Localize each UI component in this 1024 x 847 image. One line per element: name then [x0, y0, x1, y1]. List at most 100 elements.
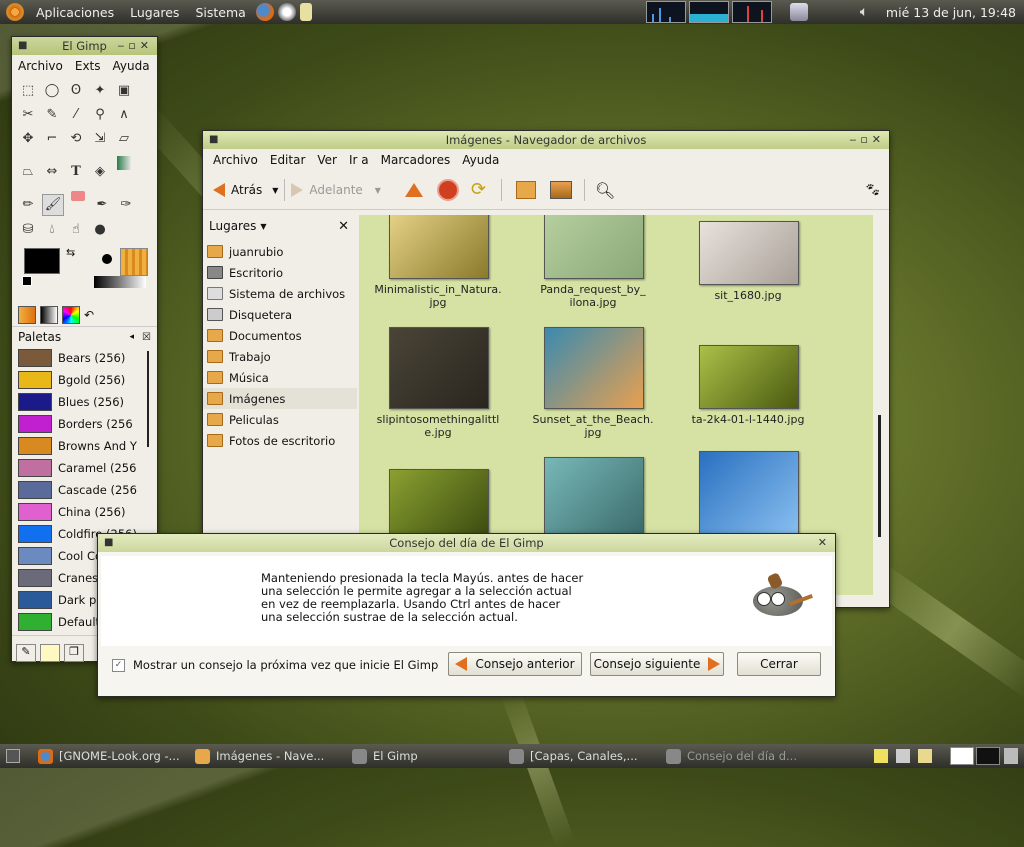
file-name[interactable]: Minimalistic_in_Natura. jpg [363, 283, 513, 309]
menu-ayuda[interactable]: Ayuda [107, 59, 156, 73]
move-tool-icon[interactable]: ✥ [18, 129, 38, 149]
taskbar-item[interactable]: [GNOME-Look.org -... [32, 745, 189, 767]
sidebar-item[interactable]: Sistema de archivos [203, 283, 357, 304]
close-button[interactable]: Cerrar [737, 652, 821, 676]
titlebar[interactable]: ■ Imágenes - Navegador de archivos ‒▫✕ [203, 131, 889, 149]
window-menu-icon[interactable]: ■ [18, 37, 27, 55]
window-controls[interactable]: ‒▫✕ [849, 131, 885, 149]
blend-tool-icon[interactable] [117, 156, 131, 170]
forward-button[interactable]: Adelante [291, 183, 363, 197]
new-palette-icon[interactable] [40, 644, 60, 662]
vertical-scrollbar[interactable] [873, 215, 887, 595]
rotate-tool-icon[interactable]: ⟲ [66, 129, 86, 149]
window-menu-icon[interactable]: ■ [209, 131, 218, 149]
palette-item[interactable]: Browns And Y [12, 435, 157, 457]
menu-aplicaciones[interactable]: Aplicaciones [28, 5, 122, 20]
file-name[interactable]: slipintosomethingalittl e.jpg [363, 413, 513, 439]
file-name[interactable]: ta-2k4-01-l-1440.jpg [673, 413, 823, 426]
file-thumbnail[interactable] [699, 345, 799, 409]
scissors-tool-icon[interactable]: ✂ [18, 105, 38, 125]
help-icon[interactable] [277, 3, 296, 21]
menu-archivo[interactable]: Archivo [12, 59, 69, 73]
palette-item[interactable]: China (256) [12, 501, 157, 523]
measure-tool-icon[interactable]: ∧ [114, 105, 134, 125]
perspective-tool-icon[interactable]: ⏢ [18, 162, 38, 182]
stop-icon[interactable] [436, 179, 459, 201]
pencil-tool-icon[interactable]: ✏ [18, 195, 38, 215]
network-icon[interactable] [789, 3, 808, 21]
menu-ver[interactable]: Ver [311, 153, 343, 167]
menu-archivo[interactable]: Archivo [207, 153, 264, 167]
dock-close-icon[interactable]: ☒ [142, 332, 151, 343]
palette-scrollbar[interactable] [147, 351, 149, 447]
reload-icon[interactable]: ⟳ [471, 181, 489, 199]
file-thumbnail[interactable] [389, 327, 489, 409]
crop-tool-icon[interactable]: ⌐ [42, 129, 62, 149]
menu-editar[interactable]: Editar [264, 153, 312, 167]
menu-lugares[interactable]: Lugares [122, 5, 187, 20]
close-icon[interactable]: ✕ [818, 534, 831, 552]
cpu-monitor-graph[interactable] [645, 1, 686, 23]
gradient-preview[interactable] [94, 276, 146, 288]
sidebar-item[interactable]: Peliculas [203, 409, 357, 430]
sidebar-dropdown-icon[interactable]: ▼ [260, 222, 266, 231]
color-select-tool-icon[interactable]: ▣ [114, 81, 134, 101]
show-desktop-icon[interactable] [6, 749, 20, 763]
rect-select-tool-icon[interactable]: ⬚ [18, 81, 38, 101]
zoom-tool-icon[interactable]: ⚲ [90, 105, 110, 125]
notes-icon[interactable] [299, 3, 312, 21]
menu-exts[interactable]: Exts [69, 59, 107, 73]
blur-tool-icon[interactable]: 💧︎ [42, 220, 62, 240]
home-icon[interactable] [515, 181, 536, 199]
show-tip-checkbox[interactable]: ✓ [112, 658, 125, 672]
ubuntu-logo-icon[interactable] [6, 3, 24, 21]
sidebar-item[interactable]: juanrubio [203, 241, 357, 262]
forward-history-icon[interactable]: ▼ [375, 186, 381, 195]
palette-tab-icon[interactable] [62, 306, 80, 324]
trash-icon[interactable] [1004, 748, 1018, 764]
smudge-tool-icon[interactable]: ☝ [66, 220, 86, 240]
menu-sistema[interactable]: Sistema [187, 5, 253, 20]
up-icon[interactable] [404, 183, 423, 197]
default-colors-icon[interactable] [22, 276, 32, 286]
window-controls[interactable]: ‒▫✕ [117, 37, 153, 55]
file-name[interactable]: Panda_request_by_ ilona.jpg [518, 283, 668, 309]
titlebar[interactable]: ■ Consejo del día de El Gimp ✕ [98, 534, 835, 552]
file-thumbnail[interactable] [389, 469, 489, 541]
palette-item[interactable]: Bears (256) [12, 347, 157, 369]
magic-wand-tool-icon[interactable]: ✦ [90, 81, 110, 101]
flip-tool-icon[interactable]: ⇔ [42, 162, 62, 182]
file-name[interactable]: Sunset_at_the_Beach. jpg [518, 413, 668, 439]
ink-tool-icon[interactable]: ✑ [116, 195, 136, 215]
search-icon[interactable]: 🔍︎ [595, 181, 615, 200]
palette-item[interactable]: Cascade (256 [12, 479, 157, 501]
menu-marcadores[interactable]: Marcadores [375, 153, 457, 167]
workspace-1[interactable] [950, 747, 974, 765]
taskbar-item[interactable]: Imágenes - Nave... [189, 745, 346, 767]
color-picker-tool-icon[interactable]: ⁄ [66, 105, 86, 125]
taskbar-item[interactable]: Consejo del día d... [660, 745, 817, 767]
sidebar-close-icon[interactable]: ✕ [338, 219, 349, 234]
sidebar-item[interactable]: Escritorio [203, 262, 357, 283]
dock-menu-icon[interactable]: ◂ [130, 332, 135, 342]
bucket-fill-tool-icon[interactable]: ◈ [90, 162, 110, 182]
file-thumbnail[interactable] [699, 221, 799, 285]
sidebar-item[interactable]: Música [203, 367, 357, 388]
shear-tool-icon[interactable]: ▱ [114, 129, 134, 149]
lasso-tool-icon[interactable]: ʘ [66, 81, 86, 101]
file-thumbnail[interactable] [544, 327, 644, 409]
next-tip-button[interactable]: Consejo siguiente [590, 652, 724, 676]
back-button[interactable]: Atrás [213, 183, 262, 197]
sidebar-item[interactable]: Trabajo [203, 346, 357, 367]
window-menu-icon[interactable]: ■ [104, 534, 113, 552]
airbrush-tool-icon[interactable]: ✒ [92, 195, 112, 215]
duplicate-palette-icon[interactable]: ❐ [64, 644, 84, 662]
memory-monitor-graph[interactable] [688, 1, 729, 23]
clock[interactable]: mié 13 de jun, 19:48 [880, 5, 1024, 20]
palette-item[interactable]: Bgold (256) [12, 369, 157, 391]
paintbrush-tool-icon[interactable]: 🖌︎ [42, 194, 64, 216]
gradient-tab-icon[interactable] [18, 306, 36, 324]
previous-tip-button[interactable]: Consejo anterior [448, 652, 582, 676]
undo-tab-icon[interactable]: ↶ [84, 307, 100, 323]
scale-tool-icon[interactable]: ⇲ [90, 129, 110, 149]
